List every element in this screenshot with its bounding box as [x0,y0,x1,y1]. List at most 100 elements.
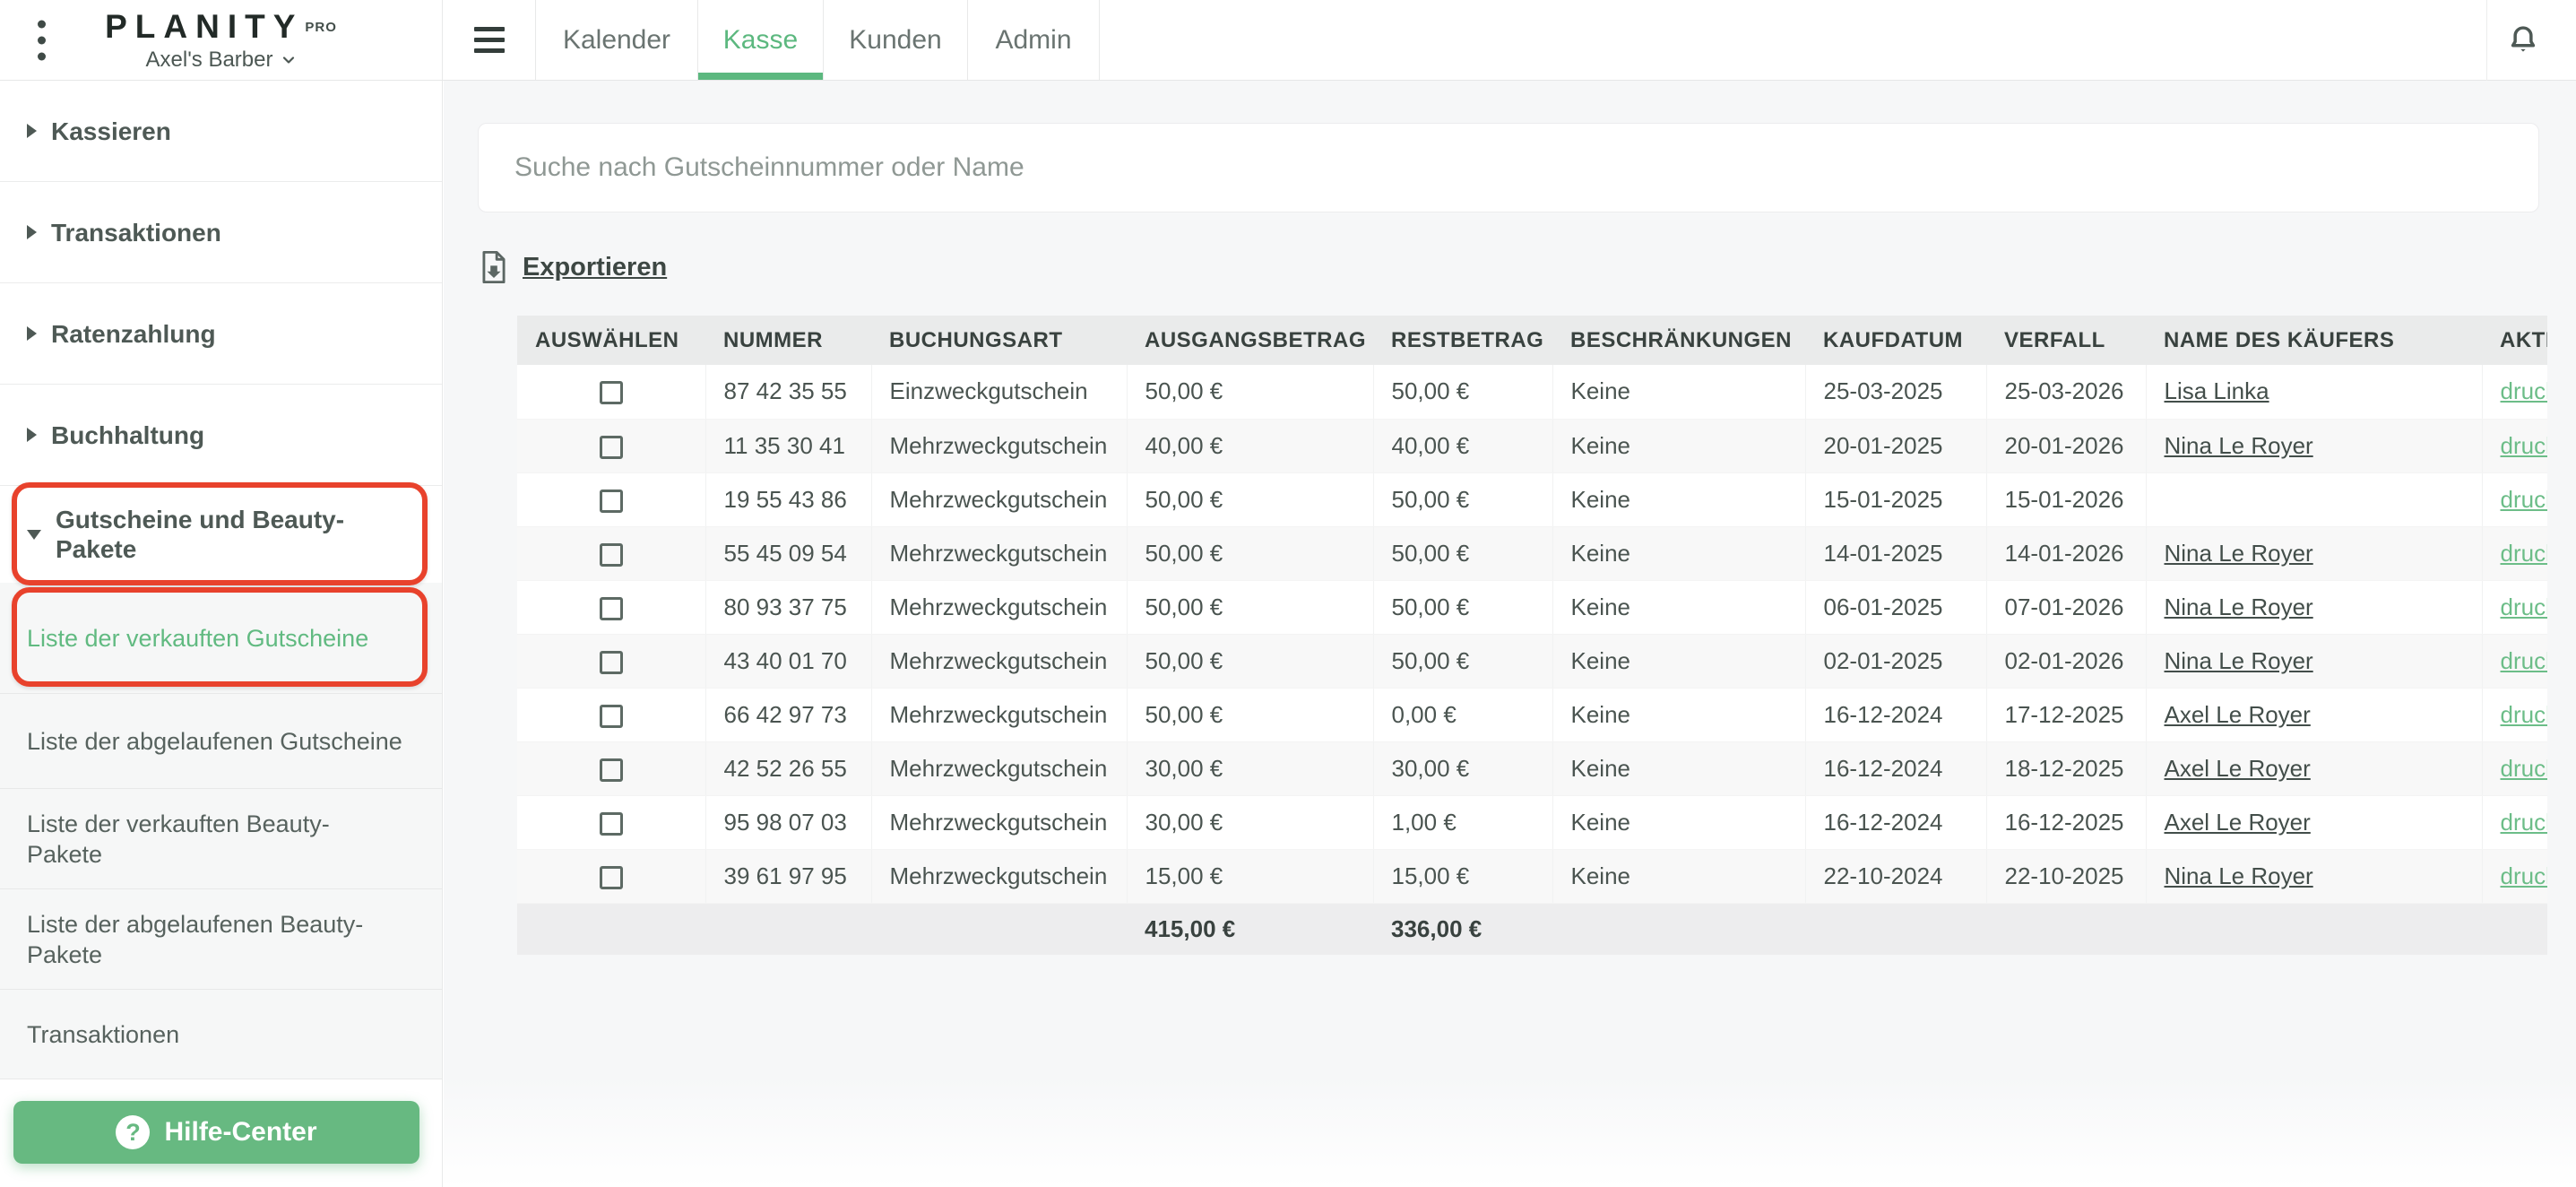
cell-beschraenkungen: Keine [1552,741,1806,796]
print-link[interactable]: drucken [2501,755,2548,782]
sidebar-section-kassieren[interactable]: Kassieren [0,81,442,182]
sidebar-section-label: Buchhaltung [51,420,205,449]
row-checkbox[interactable] [599,542,623,567]
print-link[interactable]: drucken [2501,432,2548,459]
buyer-name-link[interactable]: Nina Le Royer [2165,647,2313,674]
cell-nummer: 95 98 07 03 [705,795,872,850]
cell-ausgangsbetrag: 50,00 € [1127,634,1374,689]
sidebar-section-gutscheine-und-beauty-pakete[interactable]: Gutscheine und Beauty-Pakete [0,482,442,585]
voucher-row: 19 55 43 86 Mehrzweckgutschein 50,00 €50,0… [517,472,2548,527]
voucher-row: 39 61 97 95 Mehrzweckgutschein 15,00 €15,0… [517,849,2548,904]
export-label: Exportieren [523,252,668,282]
column-header-nummer: NUMMER [705,316,871,365]
sidebar-item-liste-der-verkauften-gutscheine[interactable]: Liste der verkauften Gutscheine [0,583,442,694]
print-link[interactable]: drucken [2501,377,2548,404]
select-cell [517,688,706,742]
cell-verfall: 14-01-2026 [1986,526,2147,581]
help-center-button[interactable]: ? Hilfe-Center [13,1101,419,1164]
sidebar-section-ratenzahlung[interactable]: Ratenzahlung [0,283,442,385]
sidebar-item-liste-der-abgelaufenen-beauty-pakete[interactable]: Liste der abgelaufenen Beauty-Pakete [0,889,442,990]
row-checkbox[interactable] [599,596,623,620]
table-header-row: AUSWÄHLEN NUMMER BUCHUNGSART AUSGANGSBETRAG… [517,316,2547,365]
buyer-name-link[interactable]: Nina Le Royer [2165,862,2313,889]
cell-kaufdatum: 25-03-2025 [1805,365,1987,420]
triangle-right-icon [27,326,37,341]
print-link[interactable]: drucken [2501,862,2548,889]
account-selector[interactable]: Axel's Barber [146,48,297,73]
row-checkbox[interactable] [599,811,623,836]
tab-kasse[interactable]: Kasse [697,0,823,80]
voucher-table: AUSWÄHLEN NUMMER BUCHUNGSART AUSGANGSBETRAG… [517,316,2547,955]
print-link[interactable]: drucken [2501,809,2548,836]
row-checkbox[interactable] [599,381,623,405]
triangle-right-icon [27,428,37,442]
cell-nummer: 39 61 97 95 [705,849,872,904]
sidebar-item-transaktionen[interactable]: Transaktionen [0,990,442,1079]
buyer-name-link[interactable]: Nina Le Royer [2165,540,2313,567]
buyer-name-link[interactable]: Nina Le Royer [2165,432,2313,459]
print-link[interactable]: drucken [2501,594,2548,620]
total-ausgangsbetrag: 415,00 € [1127,903,1373,955]
buyer-name-link[interactable]: Axel Le Royer [2165,809,2311,836]
cell-buchungsart: Mehrzweckgutschein [871,688,1128,742]
cell-kaeufer-name: Lisa Linka [2146,365,2483,420]
print-link[interactable]: drucken [2501,486,2548,513]
row-checkbox[interactable] [599,865,623,889]
notification-bell-button[interactable] [2486,0,2558,81]
sidebar-item-liste-der-abgelaufenen-gutscheine[interactable]: Liste der abgelaufenen Gutscheine [0,694,442,789]
cell-aktion: drucken [2482,419,2548,473]
voucher-row: 87 42 35 55 Einzweckgutschein 50,00 €50,00… [517,365,2548,420]
kebab-menu-icon[interactable] [29,14,55,65]
main-nav-tabs: Kalender Kasse Kunden Admin [535,0,1100,80]
sidebar-item-label: Liste der verkauften Beauty-Pakete [27,810,330,868]
cell-buchungsart: Mehrzweckgutschein [871,472,1128,527]
cell-kaufdatum: 06-01-2025 [1805,580,1987,635]
row-checkbox[interactable] [599,704,623,728]
print-link[interactable]: drucken [2501,540,2548,567]
tab-kalender[interactable]: Kalender [535,0,697,80]
voucher-search-input[interactable] [479,124,2538,212]
cell-verfall: 22-10-2025 [1986,849,2147,904]
cell-restbetrag: 50,00 € [1373,365,1553,420]
print-link[interactable]: drucken [2501,701,2548,728]
voucher-table-container: AUSWÄHLEN NUMMER BUCHUNGSART AUSGANGSBETRAG… [517,316,2547,955]
cell-ausgangsbetrag: 50,00 € [1127,472,1374,527]
buyer-name-link[interactable]: Axel Le Royer [2165,701,2311,728]
tab-admin[interactable]: Admin [967,0,1100,80]
row-checkbox[interactable] [599,435,623,459]
cell-aktion: drucken [2482,580,2548,635]
sidebar-item-liste-der-verkauften-beauty-pakete[interactable]: Liste der verkauften Beauty-Pakete [0,789,442,889]
tab-label: Admin [995,24,1072,55]
buyer-name-link[interactable]: Lisa Linka [2165,377,2269,404]
buyer-name-link[interactable]: Nina Le Royer [2165,594,2313,620]
export-link[interactable]: Exportieren [480,250,667,284]
main-content: Exportieren AUSWÄHLENNUMMERBUCHUNGSARTAU… [444,81,2576,1187]
select-cell [517,472,706,527]
cell-restbetrag: 50,00 € [1373,634,1553,689]
question-mark-icon: ? [116,1115,151,1149]
sidebar-section-label: Kassieren [51,117,171,145]
sidebar-section-label: Gutscheine und Beauty-Pakete [56,506,345,563]
row-checkbox[interactable] [599,489,623,513]
cell-buchungsart: Mehrzweckgutschein [871,526,1128,581]
bell-icon [2511,26,2535,52]
cell-aktion: drucken [2482,741,2548,796]
row-checkbox[interactable] [599,650,623,674]
cell-kaufdatum: 16-12-2024 [1805,795,1987,850]
column-header-name-des-käufers: NAME DES KÄUFERS [2146,316,2482,365]
column-header-buchungsart: BUCHUNGSART [871,316,1127,365]
voucher-row: 43 40 01 70 Mehrzweckgutschein 50,00 €50,0… [517,634,2548,689]
row-checkbox[interactable] [599,758,623,782]
sidebar-item-label: Liste der abgelaufenen Beauty-Pakete [27,910,364,968]
buyer-name-link[interactable]: Axel Le Royer [2165,755,2311,782]
cell-verfall: 18-12-2025 [1986,741,2147,796]
total-empty-cell [1805,903,1986,955]
sidebar-section-transaktionen[interactable]: Transaktionen [0,182,442,283]
hamburger-menu-icon[interactable] [443,0,535,80]
cell-restbetrag: 50,00 € [1373,580,1553,635]
cell-kaeufer-name: Nina Le Royer [2146,849,2483,904]
sidebar-section-buchhaltung[interactable]: Buchhaltung [0,385,442,486]
tab-kunden[interactable]: Kunden [823,0,967,80]
print-link[interactable]: drucken [2501,647,2548,674]
column-header-aktionen: AKTIONEN [2482,316,2547,365]
